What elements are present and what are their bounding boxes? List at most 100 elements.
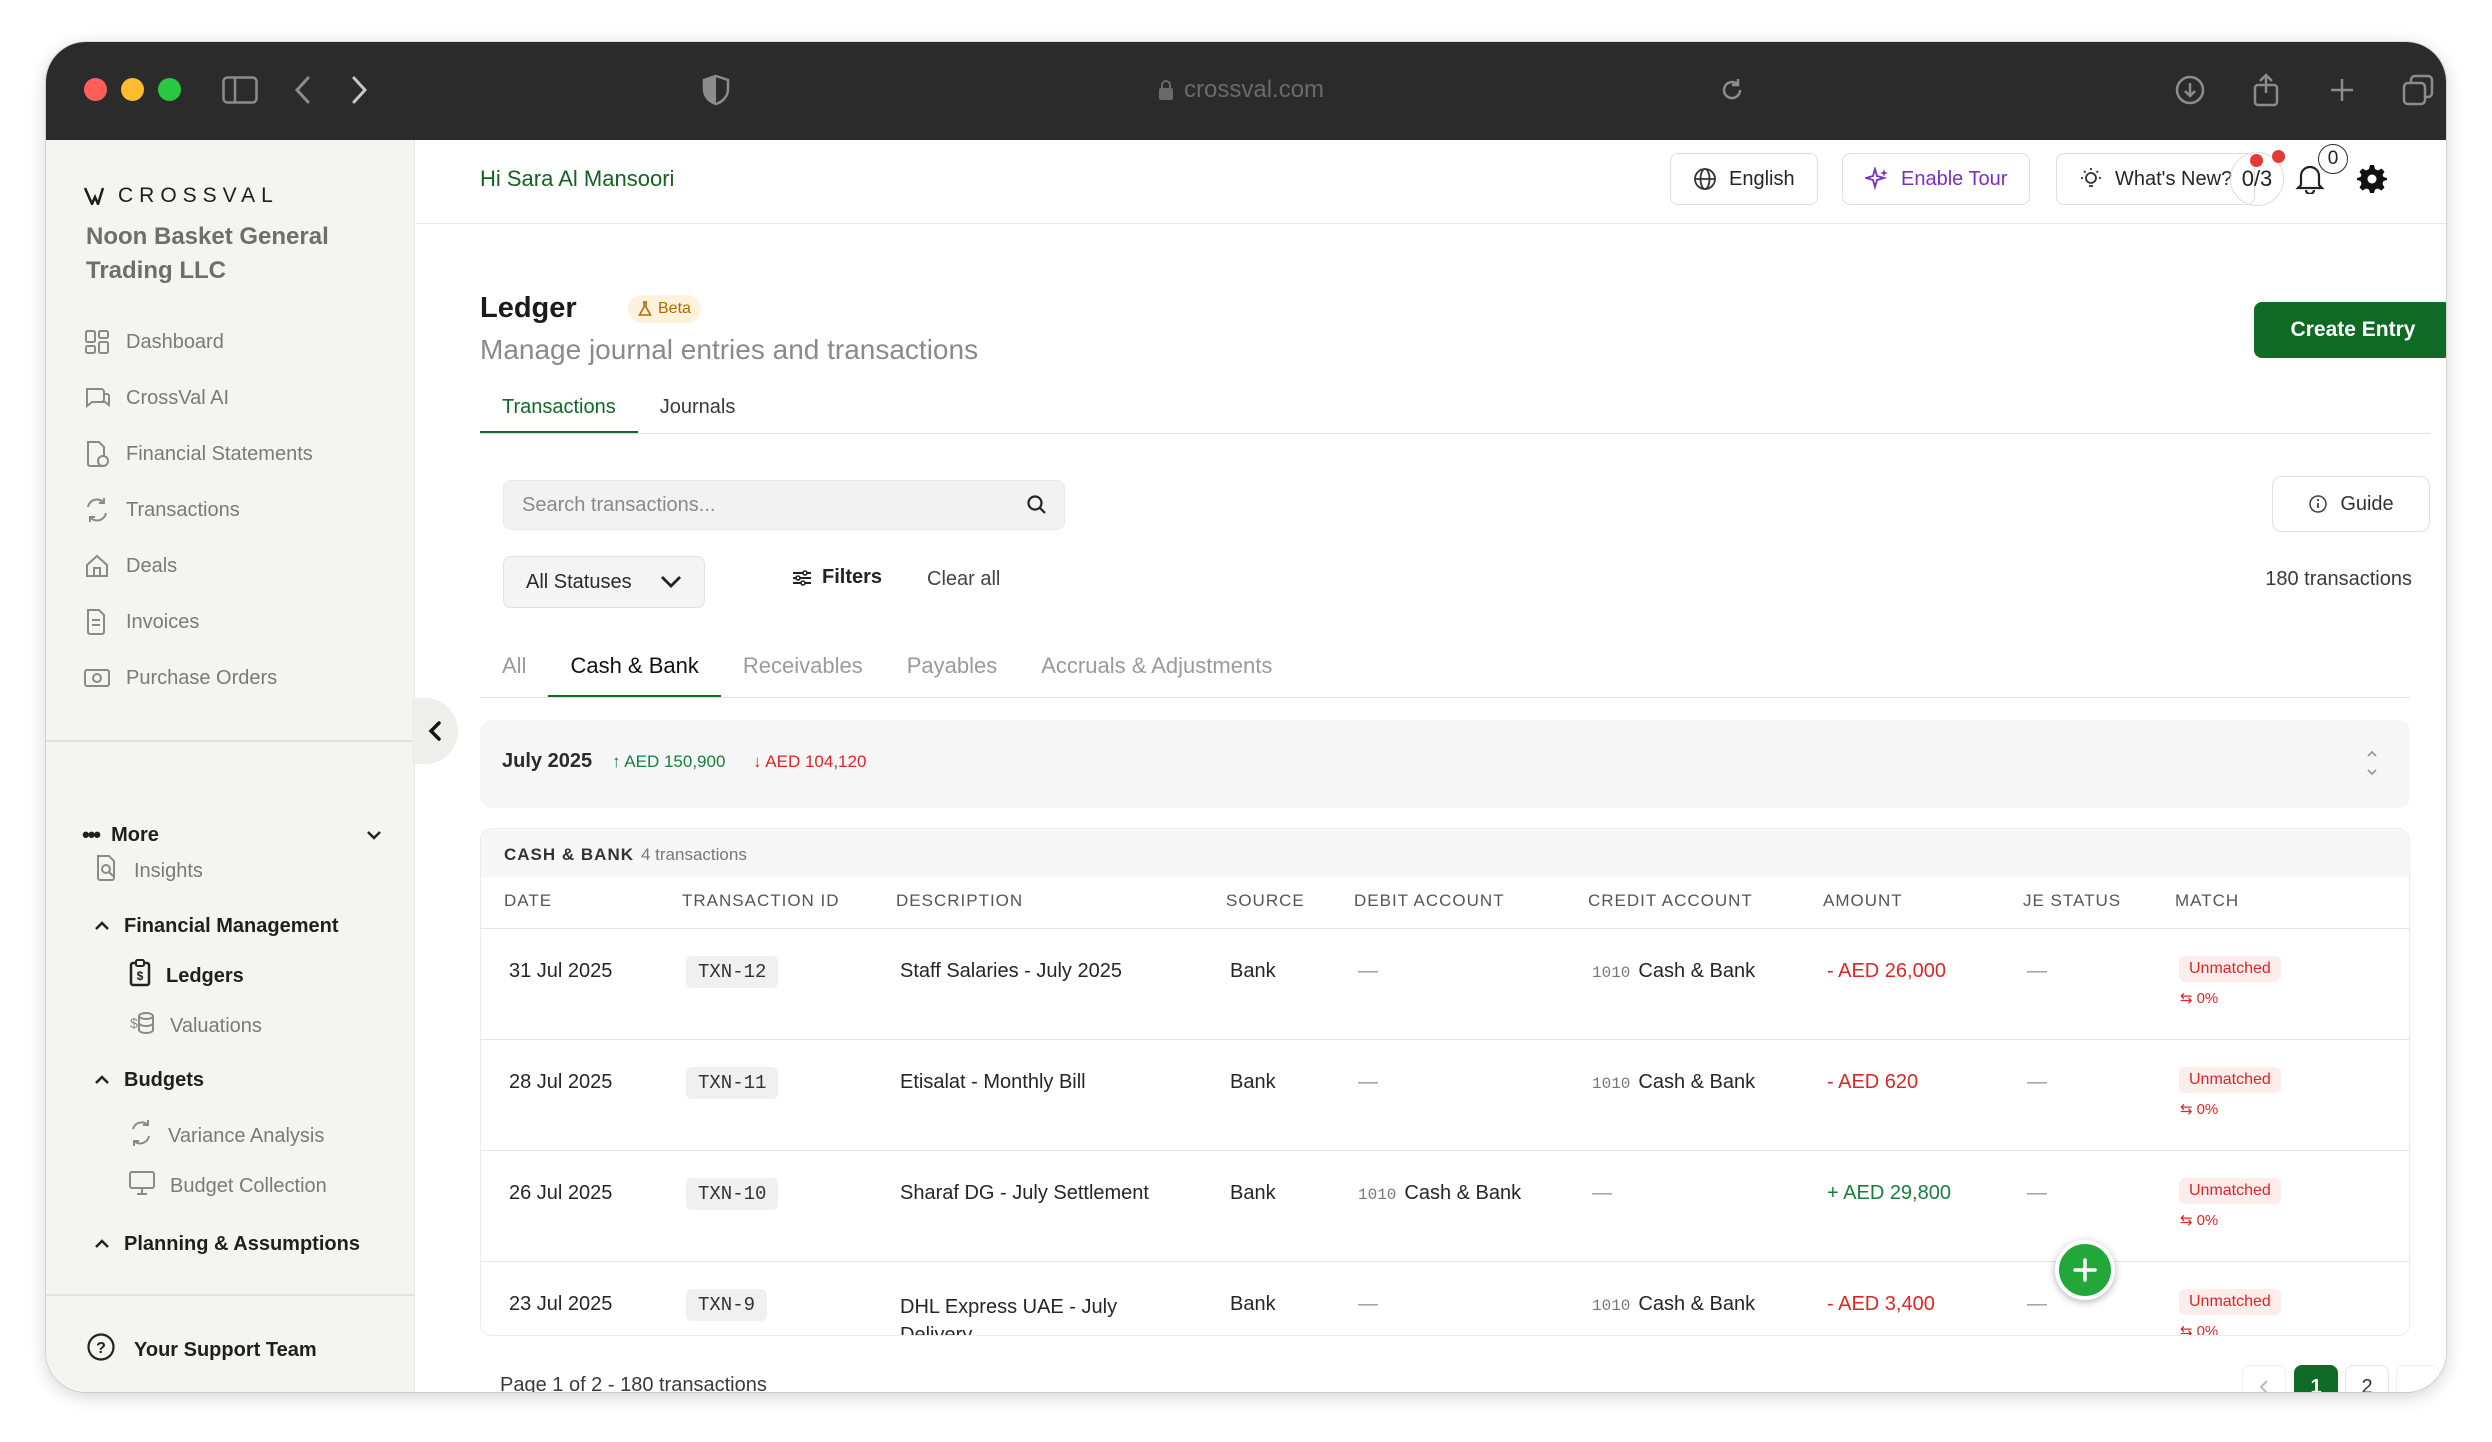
- browser-toolbar: crossval.com: [46, 42, 2446, 140]
- sidebar-toggle-icon[interactable]: [218, 68, 262, 112]
- sidebar-item-budget-collection[interactable]: Budget Collection: [128, 1166, 327, 1206]
- month-label: July 2025: [502, 750, 593, 772]
- minimize-window-button[interactable]: [121, 78, 144, 101]
- sidebar-item-financial-statements[interactable]: Financial Statements: [82, 434, 313, 474]
- month-summary[interactable]: July 2025 ↑ AED 150,900 ↓ AED 104,120: [480, 720, 2410, 808]
- debit-account-cell: —: [1358, 960, 1378, 982]
- address-bar[interactable]: crossval.com: [1158, 72, 1324, 108]
- chevron-down-icon: [367, 831, 381, 840]
- sidebar-item-valuations[interactable]: $ Valuations: [128, 1006, 262, 1046]
- close-window-button[interactable]: [84, 78, 107, 101]
- download-icon[interactable]: [2168, 68, 2212, 112]
- filters-button[interactable]: Filters: [792, 566, 882, 589]
- sidebar-item-label: Insights: [134, 859, 203, 882]
- previous-page-button[interactable]: [2242, 1365, 2286, 1392]
- account-name: Cash & Bank: [1638, 1071, 1756, 1093]
- match-icon: ⇆: [2180, 1101, 2193, 1118]
- transaction-id[interactable]: TXN-11: [686, 1067, 779, 1099]
- guide-button[interactable]: Guide: [2272, 476, 2430, 532]
- search-icon[interactable]: [1026, 494, 1048, 516]
- forward-icon[interactable]: [338, 68, 382, 112]
- category-divider: [480, 697, 2410, 698]
- share-icon[interactable]: [2244, 68, 2288, 112]
- financial-management-toggle[interactable]: Financial Management: [94, 906, 339, 946]
- column-header[interactable]: DEBIT ACCOUNT: [1354, 891, 1505, 911]
- description-cell: Staff Salaries - July 2025: [900, 960, 1122, 982]
- brand-logo[interactable]: CROSSVAL: [84, 184, 279, 208]
- sidebar-item-ledgers[interactable]: $ Ledgers: [128, 956, 244, 996]
- column-header[interactable]: TRANSACTION ID: [682, 891, 840, 911]
- sidebar-item-insights[interactable]: Insights: [94, 851, 203, 891]
- page-button-2[interactable]: 2: [2345, 1365, 2389, 1392]
- whats-new-button[interactable]: What's New?: [2056, 153, 2256, 205]
- tab-cash-bank[interactable]: Cash & Bank: [548, 648, 722, 698]
- home-icon: [82, 551, 112, 581]
- column-header[interactable]: MATCH: [2175, 891, 2239, 911]
- sidebar-item-variance-analysis[interactable]: Variance Analysis: [128, 1116, 324, 1156]
- match-status-badge[interactable]: Unmatched: [2179, 1067, 2281, 1093]
- page-button-1[interactable]: 1: [2294, 1365, 2338, 1392]
- maximize-window-button[interactable]: [158, 78, 181, 101]
- planning-toggle[interactable]: Planning & Assumptions: [94, 1224, 360, 1264]
- column-header[interactable]: CREDIT ACCOUNT: [1588, 891, 1753, 911]
- column-header[interactable]: AMOUNT: [1823, 891, 1903, 911]
- sidebar-item-transactions[interactable]: Transactions: [82, 490, 240, 530]
- match-status-badge[interactable]: Unmatched: [2179, 1178, 2281, 1204]
- sidebar-item-dashboard[interactable]: Dashboard: [82, 322, 224, 362]
- enable-tour-button[interactable]: Enable Tour: [1842, 153, 2031, 205]
- chevron-up-icon: [95, 921, 109, 930]
- match-status-badge[interactable]: Unmatched: [2179, 956, 2281, 982]
- account-code: 1010: [1358, 1186, 1397, 1204]
- table-row[interactable]: 28 Jul 2025 TXN-11 Etisalat - Monthly Bi…: [481, 1040, 2409, 1151]
- tabs-overview-icon[interactable]: [2396, 68, 2440, 112]
- tab-payables[interactable]: Payables: [885, 648, 1020, 698]
- next-page-button[interactable]: [2396, 1365, 2440, 1392]
- clear-all-button[interactable]: Clear all: [927, 568, 1000, 591]
- sidebar: CROSSVAL Noon Basket General Trading LLC…: [46, 140, 415, 1392]
- column-header[interactable]: JE STATUS: [2023, 891, 2121, 911]
- settings-button[interactable]: [2354, 160, 2390, 196]
- sidebar-item-purchase-orders[interactable]: Purchase Orders: [82, 658, 277, 698]
- support-team-link[interactable]: ? Your Support Team: [86, 1330, 317, 1370]
- match-icon: ⇆: [2180, 1212, 2193, 1229]
- shield-icon[interactable]: [694, 68, 738, 112]
- transaction-id[interactable]: TXN-10: [686, 1178, 779, 1210]
- table-row[interactable]: 23 Jul 2025 TXN-9 DHL Express UAE - July…: [481, 1262, 2409, 1335]
- table-row[interactable]: 26 Jul 2025 TXN-10 Sharaf DG - July Sett…: [481, 1151, 2409, 1262]
- table-row[interactable]: 31 Jul 2025 TXN-12 Staff Salaries - July…: [481, 929, 2409, 1040]
- tab-all[interactable]: All: [480, 648, 548, 698]
- back-icon[interactable]: [280, 68, 324, 112]
- status-filter-dropdown[interactable]: All Statuses: [503, 556, 705, 608]
- match-status-badge[interactable]: Unmatched: [2179, 1289, 2281, 1315]
- column-header[interactable]: SOURCE: [1226, 891, 1305, 911]
- transaction-id[interactable]: TXN-9: [686, 1289, 768, 1321]
- sidebar-item-crossval-ai[interactable]: CrossVal AI: [82, 378, 229, 418]
- sidebar-divider: [46, 1294, 415, 1296]
- sidebar-item-invoices[interactable]: Invoices: [82, 602, 199, 642]
- tab-accruals[interactable]: Accruals & Adjustments: [1019, 648, 1294, 698]
- reload-icon[interactable]: [1710, 68, 1754, 112]
- new-tab-icon[interactable]: [2320, 68, 2364, 112]
- tab-journals[interactable]: Journals: [638, 392, 758, 434]
- crossval-logo-icon: [84, 187, 104, 205]
- budgets-toggle[interactable]: Budgets: [94, 1060, 204, 1100]
- lock-icon: [1159, 80, 1173, 100]
- quick-add-button[interactable]: [2055, 1240, 2115, 1300]
- tab-receivables[interactable]: Receivables: [721, 648, 885, 698]
- column-header[interactable]: DESCRIPTION: [896, 891, 1023, 911]
- language-button[interactable]: English: [1670, 153, 1818, 205]
- sidebar-item-label: Purchase Orders: [126, 666, 278, 689]
- insights-icon: [94, 854, 120, 888]
- search-input[interactable]: [522, 481, 1002, 529]
- sidebar-item-label: Financial Statements: [126, 442, 313, 465]
- collapse-toggle-icon[interactable]: [2364, 750, 2380, 776]
- sidebar-item-deals[interactable]: Deals: [82, 546, 177, 586]
- sidebar-item-label: Valuations: [170, 1014, 262, 1037]
- tab-transactions[interactable]: Transactions: [480, 392, 638, 434]
- more-section-toggle[interactable]: ••• More: [82, 815, 382, 855]
- create-entry-button[interactable]: Create Entry: [2254, 302, 2446, 358]
- column-header[interactable]: DATE: [504, 891, 552, 911]
- chevron-down-icon: [661, 576, 681, 588]
- transaction-id[interactable]: TXN-12: [686, 956, 779, 988]
- account-name: Cash & Bank: [1638, 960, 1756, 982]
